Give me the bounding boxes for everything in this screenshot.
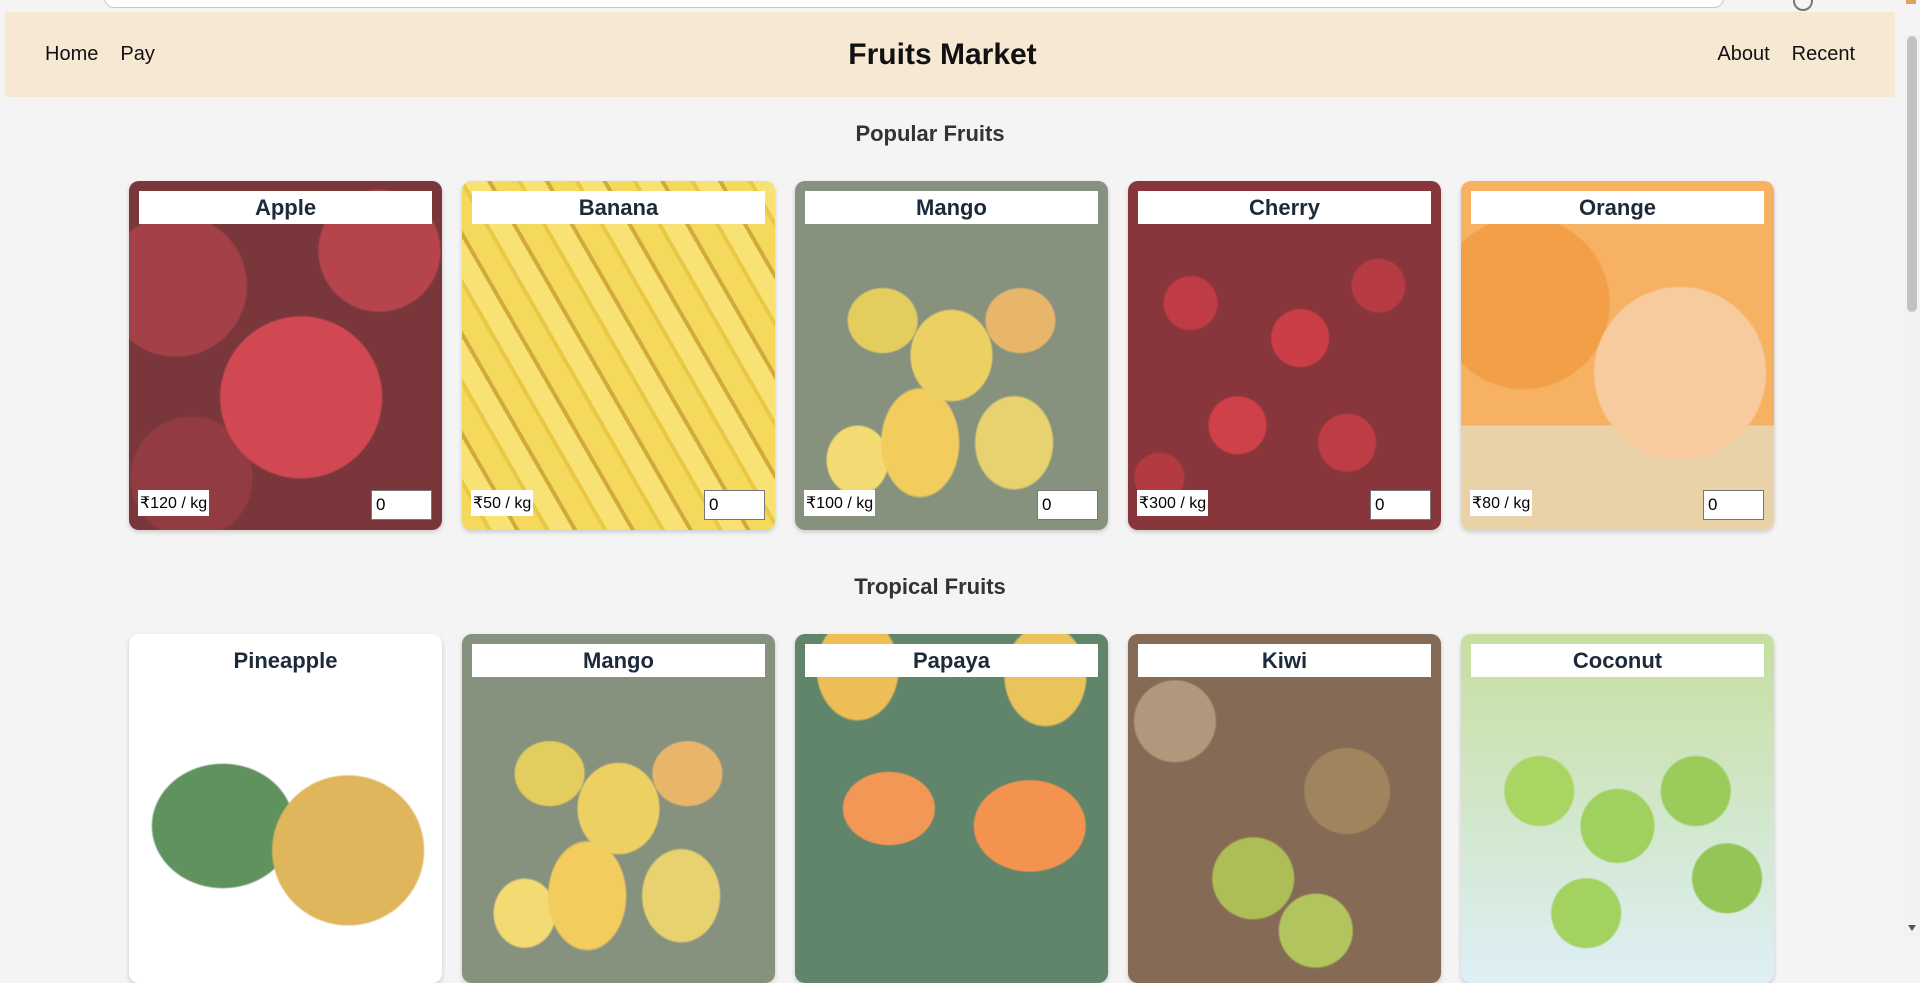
card-title: Pineapple bbox=[233, 648, 338, 673]
card-title: Mango bbox=[472, 644, 765, 677]
fruit-card-mango[interactable]: Mango ₹100 / kg bbox=[795, 181, 1108, 530]
card-title: Cherry bbox=[1138, 191, 1431, 224]
fruit-card-coconut[interactable]: Coconut bbox=[1461, 634, 1774, 983]
nav-right: About Recent bbox=[1717, 12, 1855, 97]
tropical-fruits-grid: Pineapple Mango Papaya Kiwi Coconut bbox=[129, 634, 1774, 983]
card-title: Kiwi bbox=[1138, 644, 1431, 677]
fruit-card-apple[interactable]: Apple ₹120 / kg bbox=[129, 181, 442, 530]
section-title-tropical: Tropical Fruits bbox=[854, 574, 1006, 599]
card-title: Apple bbox=[139, 191, 432, 224]
fruit-card-orange[interactable]: Orange ₹80 / kg bbox=[1461, 181, 1774, 530]
card-title: Banana bbox=[472, 191, 765, 224]
extension-icon[interactable] bbox=[1906, 0, 1916, 4]
popular-fruits-grid: Apple ₹120 / kg Banana ₹50 / kg Mango ₹1… bbox=[129, 181, 1774, 530]
price-label: ₹100 / kg bbox=[804, 490, 876, 516]
scroll-down-arrow-icon[interactable] bbox=[1908, 925, 1916, 931]
fruit-card-pineapple[interactable]: Pineapple bbox=[129, 634, 442, 983]
price-label: ₹50 / kg bbox=[471, 490, 534, 516]
scrollbar-thumb[interactable] bbox=[1907, 36, 1917, 312]
card-title: Papaya bbox=[805, 644, 1098, 677]
fruit-card-banana[interactable]: Banana ₹50 / kg bbox=[462, 181, 775, 530]
price-label: ₹120 / kg bbox=[138, 490, 210, 516]
quantity-input[interactable] bbox=[371, 490, 432, 520]
price-label: ₹80 / kg bbox=[1470, 490, 1533, 516]
address-bar[interactable] bbox=[104, 0, 1724, 8]
fruit-card-papaya[interactable]: Papaya bbox=[795, 634, 1108, 983]
section-title-popular: Popular Fruits bbox=[855, 121, 1005, 146]
page-title: Fruits Market bbox=[848, 38, 1037, 71]
quantity-input[interactable] bbox=[1703, 490, 1764, 520]
site-header: Home Pay Fruits Market About Recent bbox=[5, 12, 1895, 97]
price-label: ₹300 / kg bbox=[1137, 490, 1209, 516]
quantity-input[interactable] bbox=[704, 490, 765, 520]
fruit-card-mango[interactable]: Mango bbox=[462, 634, 775, 983]
fruit-card-kiwi[interactable]: Kiwi bbox=[1128, 634, 1441, 983]
card-title: Coconut bbox=[1471, 644, 1764, 677]
fruit-card-cherry[interactable]: Cherry ₹300 / kg bbox=[1128, 181, 1441, 530]
card-title: Orange bbox=[1471, 191, 1764, 224]
nav-about-link[interactable]: About bbox=[1717, 43, 1769, 66]
card-title: Mango bbox=[805, 191, 1098, 224]
quantity-input[interactable] bbox=[1037, 490, 1098, 520]
quantity-input[interactable] bbox=[1370, 490, 1431, 520]
nav-recent-link[interactable]: Recent bbox=[1792, 43, 1855, 66]
